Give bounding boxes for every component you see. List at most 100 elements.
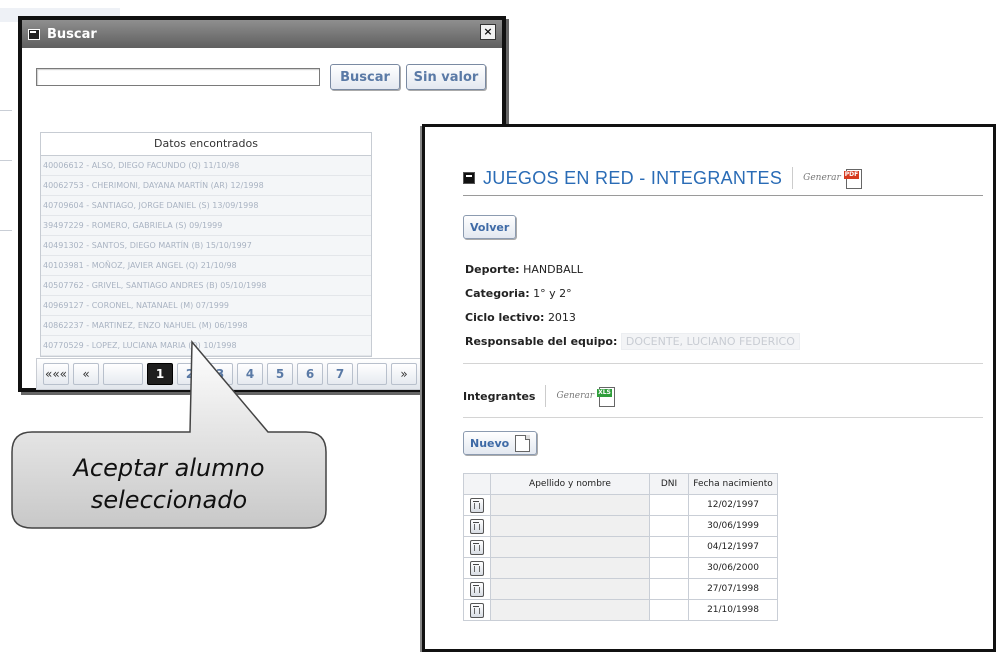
page-4-button[interactable]: 4: [237, 363, 263, 385]
dni-cell: [649, 536, 689, 558]
nombre-cell: [490, 599, 650, 621]
search-input[interactable]: [36, 68, 320, 86]
title-divider: [463, 195, 983, 196]
dni-cell: [649, 599, 689, 621]
info-divider: [463, 363, 983, 364]
new-document-icon: [515, 434, 531, 452]
panel-header: JUEGOS EN RED - INTEGRANTES Generar PDF: [463, 165, 862, 191]
sin-valor-button[interactable]: Sin valor: [406, 64, 486, 90]
pdf-icon[interactable]: PDF: [843, 167, 862, 189]
dni-cell: [649, 578, 689, 600]
responsable-value: DOCENTE, LUCIANO FEDERICO: [620, 333, 800, 350]
trash-icon[interactable]: [470, 539, 484, 555]
dialog-titlebar[interactable]: Buscar: [22, 20, 502, 48]
fecha-cell: 27/07/1998: [688, 578, 778, 600]
table-row: 30/06/2000: [463, 557, 778, 579]
trash-icon[interactable]: [470, 518, 484, 534]
fecha-cell: 12/02/1997: [688, 494, 778, 516]
ciclo-value: 2013: [547, 311, 576, 324]
generar-xls[interactable]: Generar XLS: [545, 385, 616, 407]
ciclo-row: Ciclo lectivo: 2013: [465, 311, 576, 324]
nombre-cell: [490, 494, 650, 516]
deporte-value: HANDBALL: [523, 263, 583, 276]
integrantes-panel: JUEGOS EN RED - INTEGRANTES Generar PDF …: [422, 124, 996, 652]
result-row[interactable]: 39497229 - ROMERO, GABRIELA (S) 09/1999: [41, 216, 371, 236]
next-page-button[interactable]: »: [391, 363, 417, 385]
trash-icon[interactable]: [470, 497, 484, 513]
results-header: Datos encontrados: [41, 133, 371, 156]
dni-cell: [649, 494, 689, 516]
page-2-button[interactable]: 2: [177, 363, 203, 385]
result-row[interactable]: 40103981 - MOÑOZ, JAVIER ANGEL (Q) 21/10…: [41, 256, 371, 276]
responsable-row: Responsable del equipo: DOCENTE, LUCIANO…: [465, 333, 800, 350]
nombre-cell: [490, 557, 650, 579]
page-spacer: [357, 363, 387, 385]
integrantes-table: Apellido y nombre DNI Fecha nacimiento 1…: [463, 473, 778, 621]
close-icon[interactable]: ×: [480, 24, 496, 40]
first-page-button[interactable]: «««: [43, 363, 69, 385]
integrantes-divider: [463, 417, 983, 418]
generar-pdf[interactable]: Generar PDF: [792, 167, 862, 189]
result-row[interactable]: 40862237 - MARTINEZ, ENZO NAHUEL (M) 06/…: [41, 316, 371, 336]
deporte-label: Deporte:: [465, 263, 520, 276]
xls-icon[interactable]: XLS: [597, 385, 616, 407]
dialog-title: Buscar: [47, 26, 97, 42]
prev-page-button[interactable]: «: [73, 363, 99, 385]
result-row[interactable]: 40770529 - LOPEZ, LUCIANA MARIA (Q) 10/1…: [41, 336, 371, 356]
section-icon: [463, 172, 475, 184]
callout-line-2: seleccionado: [90, 486, 248, 514]
page-spacer: [103, 363, 143, 385]
result-row[interactable]: 40491302 - SANTOS, DIEGO MARTÍN (B) 15/1…: [41, 236, 371, 256]
panel-title: JUEGOS EN RED - INTEGRANTES: [483, 167, 783, 188]
ciclo-label: Ciclo lectivo:: [465, 311, 545, 324]
header-nombre: Apellido y nombre: [490, 473, 650, 495]
result-row[interactable]: 40062753 - CHERIMONI, DAYANA MARTÍN (AR)…: [41, 176, 371, 196]
integrantes-label: Integrantes: [463, 389, 536, 403]
background-line: [0, 160, 12, 161]
header-actions: [463, 473, 491, 495]
buscar-button[interactable]: Buscar: [330, 64, 400, 90]
callout-text: Aceptar alumno seleccionado: [22, 452, 316, 516]
responsable-label: Responsable del equipo:: [465, 335, 618, 348]
page-6-button[interactable]: 6: [297, 363, 323, 385]
categoria-value: 1° y 2°: [533, 287, 572, 300]
nombre-cell: [490, 536, 650, 558]
background-line: [0, 230, 12, 231]
nuevo-button[interactable]: Nuevo: [463, 431, 538, 455]
result-row[interactable]: 40969127 - CORONEL, NATANAEL (M) 07/1999: [41, 296, 371, 316]
table-row: 27/07/1998: [463, 578, 778, 600]
result-row[interactable]: 40709604 - SANTIAGO, JORGE DANIEL (S) 13…: [41, 196, 371, 216]
fecha-cell: 30/06/1999: [688, 515, 778, 537]
generar-label: Generar: [803, 173, 841, 183]
result-row[interactable]: 40507762 - GRIVEL, SANTIAGO ANDRES (B) 0…: [41, 276, 371, 296]
result-row[interactable]: 40006612 - ALSO, DIEGO FACUNDO (Q) 11/10…: [41, 156, 371, 176]
dni-cell: [649, 515, 689, 537]
page-7-button[interactable]: 7: [327, 363, 353, 385]
table-row: 12/02/1997: [463, 494, 778, 516]
page-5-button[interactable]: 5: [267, 363, 293, 385]
header-fecha: Fecha nacimiento: [688, 473, 778, 495]
background-line: [0, 110, 12, 111]
nombre-cell: [490, 515, 650, 537]
nombre-cell: [490, 578, 650, 600]
page-3-button[interactable]: 3: [207, 363, 233, 385]
table-row: 21/10/1998: [463, 599, 778, 621]
table-row: 30/06/1999: [463, 515, 778, 537]
generar-label: Generar: [556, 391, 595, 401]
trash-icon[interactable]: [470, 560, 484, 576]
table-row: 04/12/1997: [463, 536, 778, 558]
categoria-label: Categoria:: [465, 287, 530, 300]
fecha-cell: 04/12/1997: [688, 536, 778, 558]
trash-icon[interactable]: [470, 581, 484, 597]
trash-icon[interactable]: [470, 602, 484, 618]
integrantes-header: Integrantes Generar XLS: [463, 385, 616, 407]
results-table: Datos encontrados 40006612 - ALSO, DIEGO…: [40, 132, 372, 357]
page-1-button[interactable]: 1: [147, 363, 173, 385]
fecha-cell: 21/10/1998: [688, 599, 778, 621]
volver-button[interactable]: Volver: [463, 215, 517, 239]
window-icon: [28, 28, 40, 40]
table-header-row: Apellido y nombre DNI Fecha nacimiento: [463, 473, 778, 495]
header-dni: DNI: [649, 473, 689, 495]
deporte-row: Deporte: HANDBALL: [465, 263, 583, 276]
callout-line-1: Aceptar alumno: [73, 454, 265, 482]
